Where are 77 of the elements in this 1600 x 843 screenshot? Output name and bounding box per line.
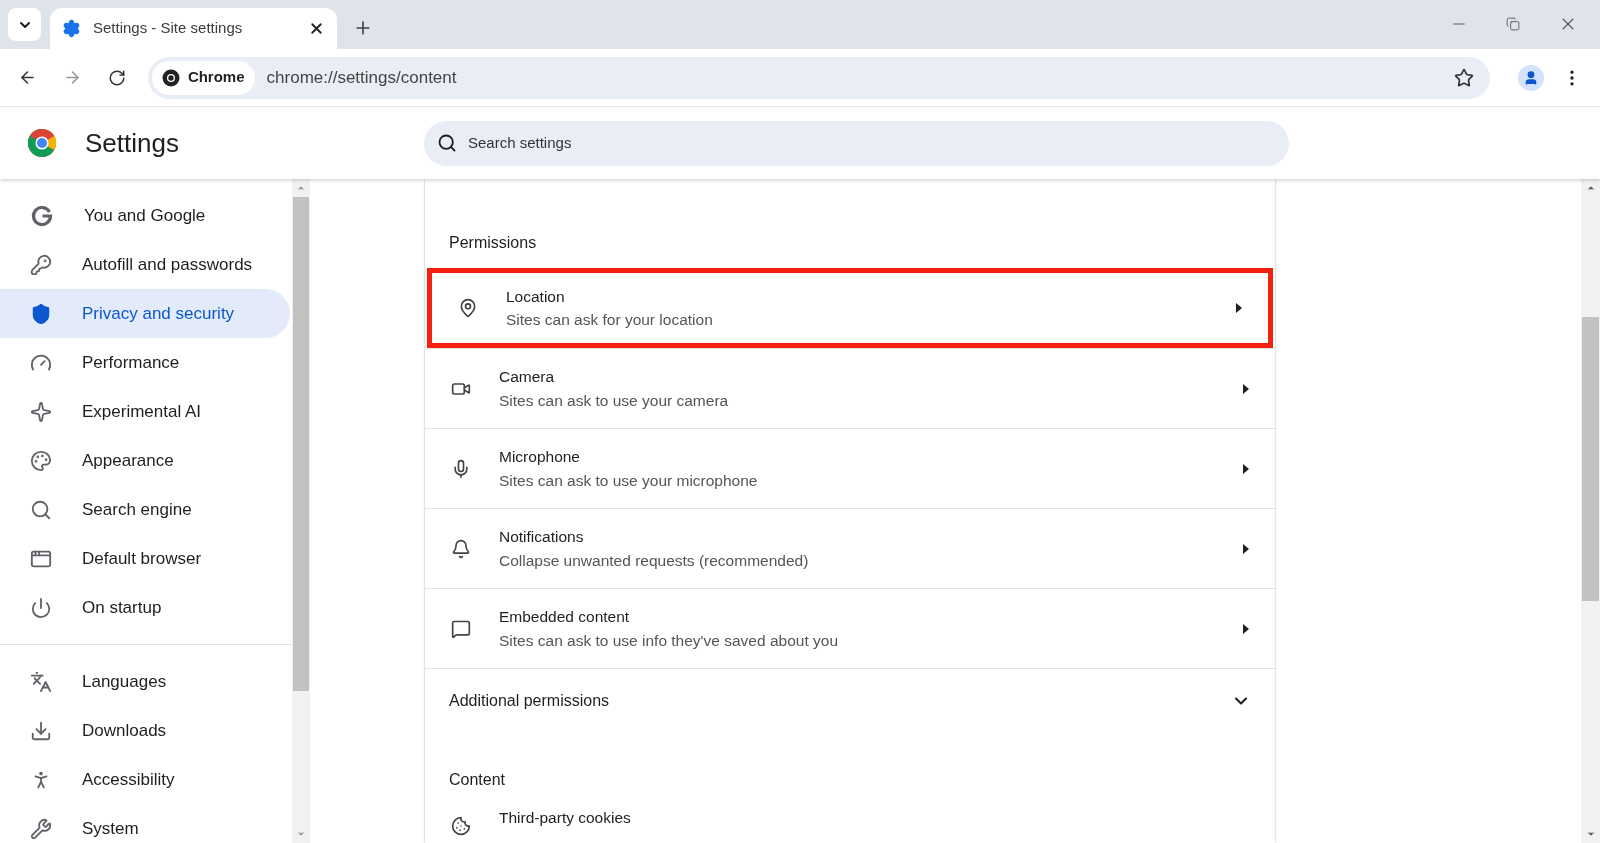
sidebar-item[interactable]: Performance: [0, 338, 290, 387]
content-title: Third-party cookies: [499, 808, 631, 828]
shield-icon: [30, 302, 52, 325]
power-icon: [30, 596, 52, 619]
profile-avatar[interactable]: [1518, 64, 1545, 91]
translate-icon: [30, 670, 52, 693]
additional-permissions-row[interactable]: Additional permissions: [425, 668, 1275, 732]
section-heading: Content: [448, 770, 507, 790]
permission-description: Sites can ask to use your microphone: [499, 470, 759, 490]
scroll-up-icon[interactable]: [1585, 183, 1596, 193]
sidebar-item[interactable]: You and Google: [0, 191, 290, 240]
bookmark-star-icon[interactable]: [1454, 67, 1475, 88]
chrome-chip[interactable]: Chrome: [151, 60, 255, 95]
sparkle-icon: [30, 400, 52, 423]
search-settings-field[interactable]: Search settings: [424, 120, 1289, 166]
search-input[interactable]: Search settings: [468, 131, 1276, 155]
sidebar-item[interactable]: Default browser: [0, 534, 290, 583]
permission-title: Embedded content: [499, 607, 631, 627]
url-text: chrome://settings/content: [266, 66, 457, 89]
permission-title: Location: [506, 286, 566, 306]
sidebar-item[interactable]: Appearance: [0, 436, 290, 485]
permission-description: Sites can ask for your location: [506, 310, 714, 330]
triangle-right-icon: [1243, 463, 1249, 474]
palette-icon: [30, 449, 52, 472]
permission-row[interactable]: Location Sites can ask for your location: [427, 268, 1273, 348]
search-icon: [437, 133, 457, 153]
sidebar-item[interactable]: Autofill and passwords: [0, 240, 290, 289]
chip-label: Chrome: [187, 67, 245, 88]
bell-icon: [451, 538, 471, 559]
sidebar-item[interactable]: Privacy and security: [0, 289, 290, 338]
microphone-icon: [451, 458, 471, 479]
tab-title: Settings - Site settings: [93, 18, 244, 39]
sidebar-item[interactable]: Accessibility: [0, 755, 290, 804]
sidebar-scrollbar[interactable]: [292, 179, 310, 843]
back-icon[interactable]: [18, 68, 37, 87]
address-bar[interactable]: Chrome chrome://settings/content: [147, 56, 1491, 99]
triangle-right-icon: [1243, 623, 1249, 634]
sidebar-item[interactable]: Experimental AI: [0, 387, 290, 436]
permission-description: Sites can ask to use your camera: [499, 390, 730, 410]
download-icon: [30, 719, 52, 742]
triangle-right-icon: [1243, 543, 1249, 554]
sidebar-item[interactable]: Languages: [0, 657, 290, 706]
cookie-icon: [451, 816, 471, 836]
close-icon[interactable]: [308, 20, 325, 37]
sidebar-item[interactable]: Search engine: [0, 485, 290, 534]
permission-row[interactable]: Microphone Sites can ask to use your microphone: [425, 428, 1275, 508]
browser-tab[interactable]: Settings - Site settings: [50, 8, 337, 49]
permission-description: Collapse unwanted requests (recommended): [499, 550, 810, 570]
chrome-logo: [27, 128, 57, 158]
permission-row[interactable]: Embedded content Sites can ask to use info they've saved about you: [425, 588, 1275, 668]
page-scrollbar[interactable]: [1581, 179, 1600, 843]
triangle-right-icon: [1243, 383, 1249, 394]
sidebar-item[interactable]: On startup: [0, 583, 290, 632]
permission-title: Camera: [499, 367, 556, 387]
restore-icon[interactable]: [1506, 17, 1520, 31]
reload-icon[interactable]: [107, 68, 126, 87]
sidebar-item[interactable]: System: [0, 804, 290, 843]
scrollbar-thumb[interactable]: [293, 197, 309, 691]
sidebar-item[interactable]: Downloads: [0, 706, 290, 755]
scrollbar-thumb[interactable]: [1582, 317, 1599, 601]
scroll-down-icon[interactable]: [1585, 829, 1596, 839]
embedded-content-icon: [451, 618, 471, 639]
location-pin-icon: [458, 298, 478, 318]
content-row[interactable]: Third-party cookies: [425, 804, 1275, 834]
tab-list-button[interactable]: [8, 8, 41, 41]
search-icon: [30, 498, 52, 521]
permission-description: Sites can ask to use info they've saved about you: [499, 630, 839, 650]
triangle-right-icon: [1236, 303, 1242, 313]
google-g-icon: [30, 203, 54, 228]
permission-row[interactable]: Notifications Collapse unwanted requests (recommended): [425, 508, 1275, 588]
settings-title: Settings: [85, 126, 179, 160]
permission-title: Microphone: [499, 447, 581, 467]
permission-title: Notifications: [499, 527, 585, 547]
permission-row[interactable]: Camera Sites can ask to use your camera: [425, 348, 1275, 428]
wrench-icon: [30, 817, 52, 840]
section-heading: Permissions: [448, 233, 538, 253]
key-icon: [30, 253, 52, 276]
